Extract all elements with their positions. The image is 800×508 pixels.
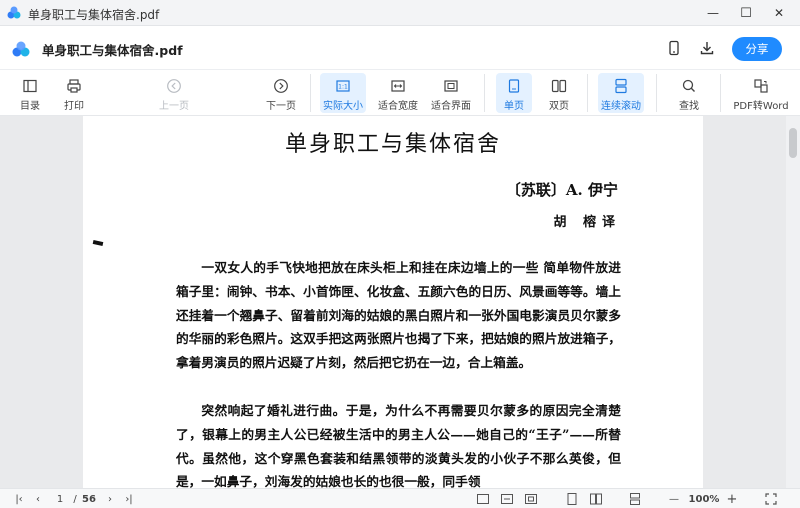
maximize-button[interactable]: ☐ xyxy=(736,3,756,23)
toolbar-divider xyxy=(720,74,721,112)
paragraph: 突然响起了婚礼进行曲。于是，为什么不再需要贝尔蒙多的原因完全清楚了，银幕上的男主… xyxy=(176,403,621,488)
double-page-icon xyxy=(551,79,567,93)
status-current-page[interactable]: 1 xyxy=(55,491,65,507)
fit-page-icon xyxy=(444,80,458,92)
double-page-button[interactable]: 双页 xyxy=(541,73,577,113)
close-button[interactable]: ✕ xyxy=(769,3,789,23)
toolbar-divider xyxy=(484,74,485,112)
single-page-icon[interactable] xyxy=(565,491,579,507)
double-page-label: 双页 xyxy=(549,101,569,112)
status-page-separator: / xyxy=(73,493,77,505)
actual-size-button[interactable]: 1:1 实际大小 xyxy=(320,73,366,113)
zoom-out-button[interactable]: — xyxy=(668,491,680,507)
document-header: 单身职工与集体宿舍.pdf 分享 xyxy=(0,26,800,70)
status-bar: |‹ ‹ 1 / 56 › ›| — 100% + xyxy=(0,488,800,508)
fullscreen-icon[interactable] xyxy=(764,491,778,507)
fit-width-label: 适合宽度 xyxy=(378,101,418,112)
app-logo-icon xyxy=(7,6,21,19)
last-page-button[interactable]: ›| xyxy=(122,491,136,507)
arrow-right-circle-icon xyxy=(274,79,288,93)
prev-button[interactable]: ‹ xyxy=(32,491,44,507)
prev-page-button[interactable]: 上一页 xyxy=(155,73,193,113)
continuous-scroll-label: 连续滚动 xyxy=(601,101,641,112)
fit-page-icon[interactable] xyxy=(524,491,538,507)
convert-icon xyxy=(754,79,768,93)
single-page-label: 单页 xyxy=(504,101,524,112)
actual-size-label: 实际大小 xyxy=(323,101,363,112)
share-button[interactable]: 分享 xyxy=(732,37,782,61)
next-page-label: 下一页 xyxy=(266,101,296,112)
continuous-scroll-button[interactable]: 连续滚动 xyxy=(598,73,644,113)
continuous-scroll-icon xyxy=(615,78,627,94)
download-icon[interactable] xyxy=(699,40,715,56)
fit-width-icon[interactable] xyxy=(500,491,514,507)
title-bar: 单身职工与集体宿舍.pdf — ☐ ✕ xyxy=(0,0,800,26)
file-name: 单身职工与集体宿舍.pdf xyxy=(42,43,183,58)
scan-mark xyxy=(92,240,104,246)
toolbar: 目录 打印 上一页 1 / 56 下一页 1:1 实际大小 适合宽度 xyxy=(0,70,800,168)
pdf-viewer-window: 单身职工与集体宿舍.pdf — ☐ ✕ 单身职工与集体宿舍.pdf 分享 目录 … xyxy=(0,0,800,508)
minimize-button[interactable]: — xyxy=(703,3,723,23)
document-translator: 胡 榕译 xyxy=(553,215,621,230)
search-button[interactable]: 查找 xyxy=(670,73,708,113)
first-page-button[interactable]: |‹ xyxy=(12,491,26,507)
pdf-to-word-button[interactable]: PDF转Word xyxy=(733,73,789,113)
pdf-page: 单身职工与集体宿舍 〔苏联〕A. 伊宁 胡 榕译 一双女人的手飞快地把放在床头柜… xyxy=(83,116,703,488)
double-page-icon[interactable] xyxy=(589,491,603,507)
window-title: 单身职工与集体宿舍.pdf xyxy=(28,8,160,22)
continuous-scroll-icon[interactable] xyxy=(628,491,642,507)
toolbar-divider xyxy=(310,74,311,112)
document-author: 〔苏联〕A. 伊宁 xyxy=(505,181,618,199)
search-label: 查找 xyxy=(679,101,699,112)
document-title: 单身职工与集体宿舍 xyxy=(284,132,501,157)
fit-page-label: 适合界面 xyxy=(431,101,471,112)
scrollbar-thumb[interactable] xyxy=(789,128,797,158)
prev-page-label: 上一页 xyxy=(159,101,189,112)
next-page-button[interactable]: 下一页 xyxy=(262,73,300,113)
document-viewer[interactable]: 单身职工与集体宿舍 〔苏联〕A. 伊宁 胡 榕译 一双女人的手飞快地把放在床头柜… xyxy=(0,116,800,488)
vertical-scrollbar[interactable] xyxy=(786,116,800,488)
pdf-to-word-label: PDF转Word xyxy=(733,101,789,112)
fit-width-icon xyxy=(391,80,405,92)
zoom-level[interactable]: 100% xyxy=(686,491,722,507)
toc-label: 目录 xyxy=(20,101,40,112)
search-icon xyxy=(682,79,695,92)
printer-icon xyxy=(67,79,81,93)
next-button[interactable]: › xyxy=(104,491,116,507)
actual-size-icon: 1:1 xyxy=(336,80,350,92)
print-label: 打印 xyxy=(64,101,84,112)
toc-icon xyxy=(23,79,37,93)
single-page-icon xyxy=(508,79,520,93)
toc-button[interactable]: 目录 xyxy=(11,73,49,113)
paragraph: 一双女人的手飞快地把放在床头柜上和挂在床边墙上的一些 简单物件放进箱子里：闹钟、… xyxy=(176,260,621,371)
arrow-left-circle-icon xyxy=(167,79,181,93)
app-logo-icon xyxy=(12,41,30,57)
phone-icon[interactable] xyxy=(666,40,682,56)
fit-width-button[interactable]: 适合宽度 xyxy=(376,73,420,113)
zoom-in-button[interactable]: + xyxy=(726,491,738,507)
fit-page-button[interactable]: 适合界面 xyxy=(429,73,473,113)
status-total-pages: 56 xyxy=(82,493,96,505)
print-button[interactable]: 打印 xyxy=(55,73,93,113)
actual-size-icon[interactable] xyxy=(476,491,490,507)
single-page-button[interactable]: 单页 xyxy=(496,73,532,113)
svg-text:1:1: 1:1 xyxy=(338,84,348,91)
toolbar-divider xyxy=(656,74,657,112)
toolbar-divider xyxy=(587,74,588,112)
